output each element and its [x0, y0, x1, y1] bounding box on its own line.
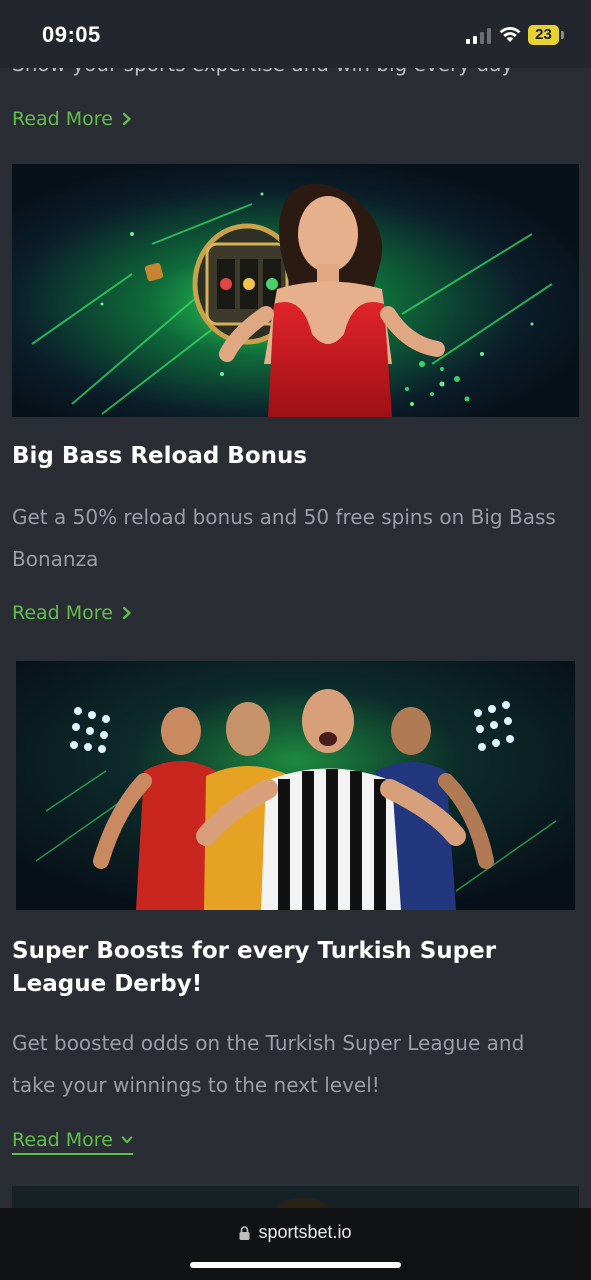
- url-text: sportsbet.io: [258, 1222, 352, 1242]
- next-promo-illustration: [12, 1186, 579, 1208]
- casino-woman-illustration: [12, 164, 579, 417]
- football-players-illustration: [16, 661, 575, 910]
- status-time: 09:05: [42, 22, 101, 47]
- read-more-link-super-boosts[interactable]: Read More: [12, 1129, 133, 1155]
- battery-level: 23: [528, 25, 559, 45]
- lock-icon: [239, 1225, 250, 1240]
- promo-description: Get a 50% reload bonus and 50 free spins…: [12, 505, 556, 571]
- read-more-link-previous[interactable]: Read More: [12, 108, 133, 130]
- chevron-down-icon: [121, 1136, 133, 1144]
- chevron-right-icon: [122, 112, 131, 126]
- promo-title: Big Bass Reload Bonus: [12, 443, 308, 469]
- read-more-label: Read More: [12, 108, 113, 130]
- screen: 09:05 23 Show your sports expertise and …: [0, 0, 591, 1280]
- chevron-right-icon: [122, 606, 131, 620]
- wifi-icon: [499, 27, 521, 42]
- battery-indicator: 23: [528, 25, 564, 45]
- status-bar: 09:05 23: [0, 0, 591, 68]
- read-more-link-big-bass[interactable]: Read More: [12, 602, 133, 624]
- read-more-label: Read More: [12, 602, 113, 624]
- home-indicator[interactable]: [190, 1262, 401, 1268]
- promo-image-next[interactable]: [12, 1186, 579, 1208]
- promo-title: Super Boosts for every Turkish Super Lea…: [12, 938, 497, 997]
- promo-image-super-boosts[interactable]: [16, 661, 575, 910]
- browser-address-bar[interactable]: sportsbet.io: [0, 1208, 591, 1280]
- cellular-signal-icon: [466, 28, 491, 44]
- url-display[interactable]: sportsbet.io: [0, 1222, 591, 1243]
- promo-image-big-bass[interactable]: [12, 164, 579, 417]
- battery-cap: [561, 31, 564, 39]
- read-more-label: Read More: [12, 1129, 113, 1151]
- promo-description: Get boosted odds on the Turkish Super Le…: [12, 1031, 525, 1097]
